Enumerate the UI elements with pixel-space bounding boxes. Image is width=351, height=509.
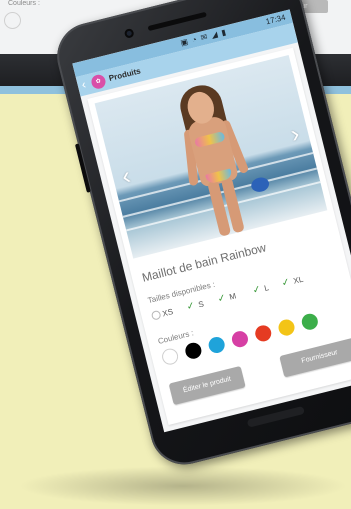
supplier-button[interactable]: Fournisseur [279, 337, 351, 378]
back-arrow-icon[interactable]: ‹ [80, 77, 87, 92]
checkmark-icon: ✓ [216, 292, 228, 306]
size-option-s[interactable]: ✓S [186, 299, 206, 317]
checkmark-icon: ✓ [251, 284, 263, 297]
size-label: M [228, 291, 238, 302]
checkmark-icon: ✓ [280, 276, 292, 290]
size-label: XS [161, 307, 175, 319]
color-swatch-red[interactable] [253, 323, 273, 344]
color-swatch-green[interactable] [300, 312, 320, 332]
size-label: L [263, 283, 270, 293]
background-swatch-black [38, 12, 55, 29]
snorkel-mask [249, 175, 271, 194]
background-swatch-white [4, 12, 21, 29]
edit-product-button[interactable]: Éditer le produit [168, 365, 246, 406]
color-swatch-yellow[interactable] [276, 317, 297, 338]
size-option-m[interactable]: ✓M [217, 291, 239, 309]
color-swatch-blue[interactable] [206, 335, 227, 355]
product-photo: ‹ › [94, 54, 328, 259]
color-swatch-pink[interactable] [230, 329, 250, 349]
page-title: Produits [107, 66, 142, 83]
size-option-xl[interactable]: ✓XL [281, 274, 306, 293]
chevron-right-icon[interactable]: › [281, 118, 310, 152]
checkmark-icon: ✓ [185, 300, 197, 314]
size-option-l[interactable]: ✓L [251, 283, 271, 301]
radio-unchecked-icon [150, 310, 162, 322]
background-colors-label: Couleurs : [8, 0, 40, 7]
phone-shadow [18, 466, 348, 506]
chevron-left-icon[interactable]: ‹ [112, 160, 141, 194]
camera-icon [123, 27, 135, 39]
speaker-grille [147, 11, 207, 32]
app-logo[interactable]: ✿ [89, 73, 107, 91]
size-option-xs[interactable]: XS [150, 307, 175, 326]
color-swatch-white[interactable] [160, 346, 180, 367]
size-label: XL [292, 274, 305, 286]
size-label: S [197, 299, 205, 310]
color-swatch-black[interactable] [183, 341, 204, 361]
